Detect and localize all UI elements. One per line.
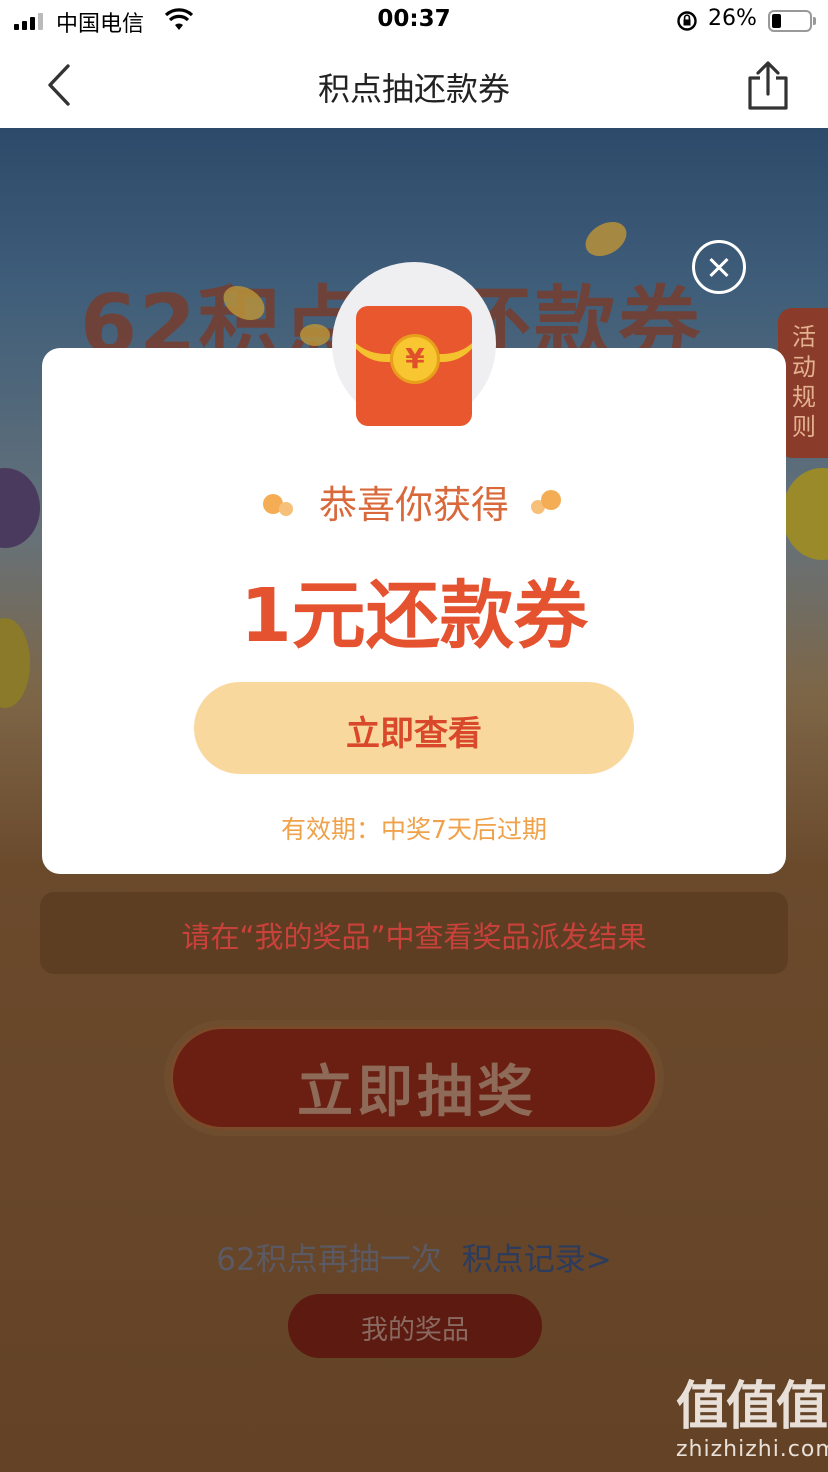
status-bar: 中国电信 00:37 26% xyxy=(0,0,828,44)
draw-button-label: 立即抽奖 xyxy=(297,1060,537,1125)
bubble-decoration-icon xyxy=(262,488,297,516)
draw-again-text: 62积点再抽一次 xyxy=(216,1242,442,1278)
watermark-logo: 值值值 xyxy=(676,1377,828,1437)
validity-text: 有效期：中奖7天后过期 xyxy=(281,815,547,844)
battery-percent: 26% xyxy=(708,6,757,31)
status-time: 00:37 xyxy=(377,6,451,32)
draw-button[interactable]: 立即抽奖 xyxy=(170,1026,658,1130)
page-title: 积点抽还款券 xyxy=(317,70,510,108)
battery-fill xyxy=(772,14,781,28)
view-now-button[interactable]: 立即查看 xyxy=(194,682,634,774)
decoration-ball xyxy=(0,468,40,548)
congrats-text: 恭喜你获得 xyxy=(318,483,509,527)
decoration-ball xyxy=(782,468,828,560)
watermark: 值值值 zhizhizhi.com xyxy=(676,1364,828,1462)
share-icon[interactable] xyxy=(744,60,792,112)
nav-bar: 积点抽还款券 xyxy=(0,44,828,128)
prize-title: 1元还款券 xyxy=(240,573,588,659)
prize-modal: 恭喜你获得 1元还款券 立即查看 有效期：中奖7天后过期 xyxy=(42,348,786,874)
draw-button-frame: 立即抽奖 xyxy=(164,1020,664,1136)
notice-text: 请在“我的奖品”中查看奖品派发结果 xyxy=(181,920,647,954)
decoration-ball xyxy=(0,618,30,708)
watermark-url: zhizhizhi.com xyxy=(676,1437,828,1462)
bubble-decoration-icon xyxy=(531,488,565,516)
notice-box: 请在“我的奖品”中查看奖品派发结果 xyxy=(40,892,788,974)
my-prizes-button[interactable]: 我的奖品 xyxy=(288,1294,542,1358)
yen-coin-icon: ¥ xyxy=(390,334,440,384)
battery-icon xyxy=(768,10,816,32)
coin-decoration xyxy=(300,324,330,346)
red-envelope-badge: ¥ xyxy=(332,262,496,426)
close-icon[interactable] xyxy=(692,240,746,294)
view-now-label: 立即查看 xyxy=(346,714,482,754)
again-row: 62积点再抽一次 积点记录> xyxy=(0,1234,828,1279)
points-record-link[interactable]: 积点记录> xyxy=(462,1242,612,1278)
congrats-row: 恭喜你获得 xyxy=(42,474,786,529)
rotation-lock-icon xyxy=(677,11,697,31)
my-prizes-label: 我的奖品 xyxy=(361,1315,469,1346)
red-envelope-icon: ¥ xyxy=(356,306,472,426)
coin-decoration xyxy=(579,215,633,263)
